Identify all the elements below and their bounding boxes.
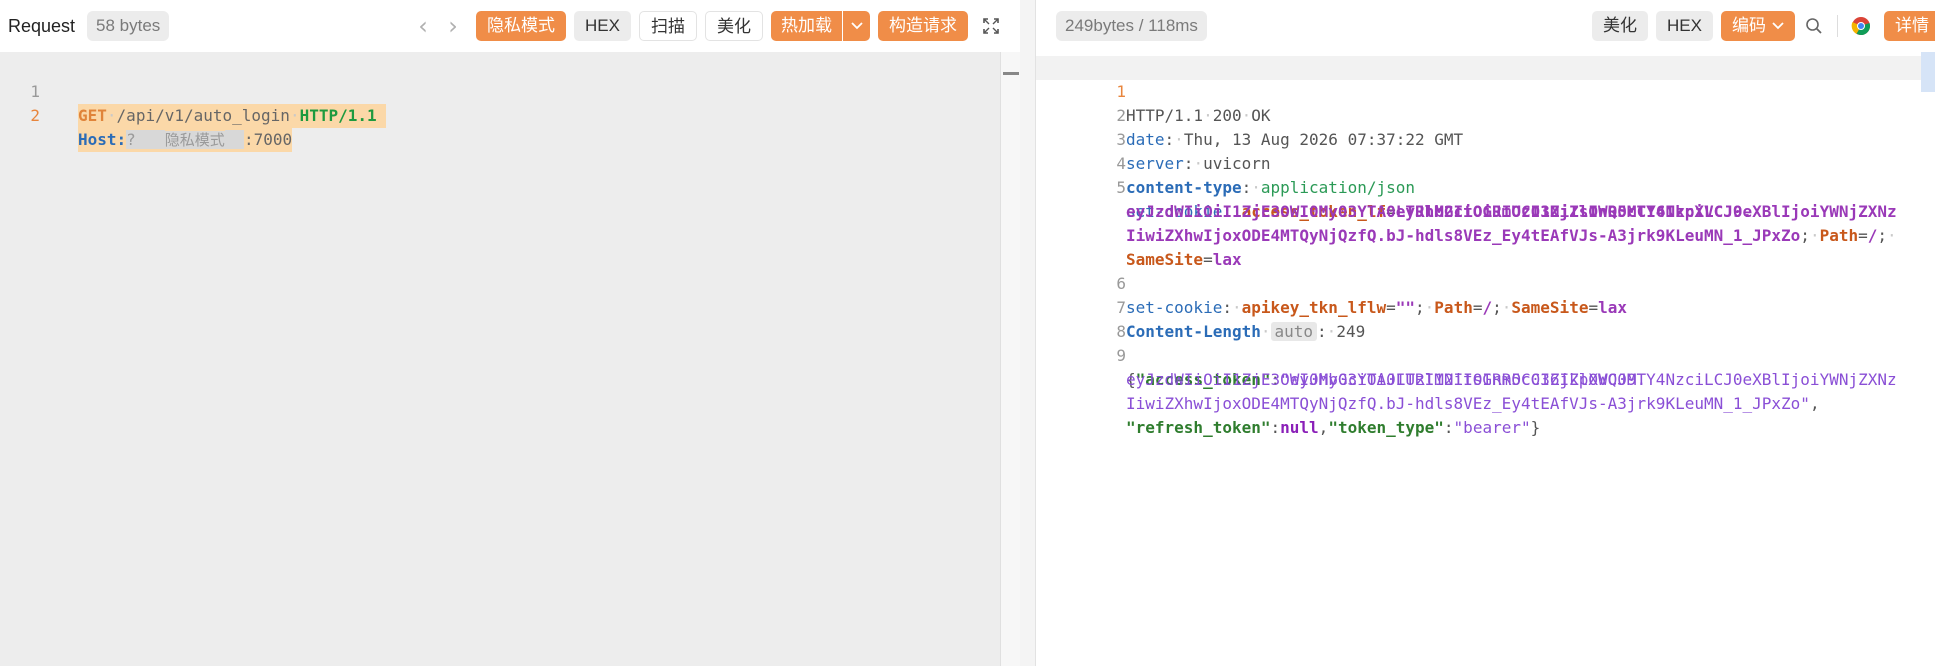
json-key: "token_type"	[1328, 418, 1444, 437]
response-editor[interactable]: 1 HTTP/1.1·200·OK 2 date:·Thu, 13 Aug 20…	[1036, 52, 1935, 666]
json-key: "refresh_token"	[1126, 418, 1271, 437]
request-size-badge: 58 bytes	[87, 11, 170, 41]
beautify-button[interactable]: 美化	[705, 11, 763, 41]
chevron-down-icon	[1772, 22, 1784, 30]
details-button[interactable]: 详情	[1884, 11, 1935, 41]
code-line: 4 content-type:·application/json	[1036, 128, 1935, 197]
chevron-left-icon[interactable]: ‹	[408, 12, 438, 40]
masked-host: 隐私模式	[164, 131, 225, 149]
beautify-button[interactable]: 美化	[1592, 11, 1649, 41]
code-line-wrap: IiwiZXhwIjoxODE4MTQyNjQzfQ.bJ-hdls8VEz_E…	[1126, 226, 1897, 245]
http-protocol: HTTP/1.1	[299, 106, 377, 125]
code-line: 8	[1036, 296, 1935, 341]
json-null: null	[1280, 418, 1319, 437]
http-method: GET	[78, 106, 107, 125]
host-port: :7000	[244, 130, 293, 149]
code-line: 2 Host:? 隐私模式 :7000	[0, 80, 1020, 152]
encoding-dropdown[interactable]: 编码	[1721, 11, 1795, 41]
chevron-down-icon	[850, 22, 863, 30]
privacy-mode-button[interactable]: 隐私模式	[476, 11, 567, 41]
code-line: 7 Content-Length· auto:·249	[1036, 272, 1935, 341]
code-line: 1 HTTP/1.1·200·OK	[1036, 56, 1935, 125]
pane-splitter[interactable]	[1020, 0, 1035, 666]
minimap[interactable]	[1921, 52, 1935, 92]
request-scrollbar[interactable]	[1000, 52, 1020, 666]
code-line: 5 set-cookie:·access_token_lf=eyJhbGciOi…	[1036, 152, 1935, 221]
code-line-wrap: SameSite=lax	[1126, 250, 1242, 269]
code-line-wrap: eyJzdWIiOiI1ZjE3OWI0My03YTA0LTRlM2ItOGRm…	[1036, 176, 1935, 221]
response-size-badge: 249bytes / 118ms	[1056, 11, 1207, 41]
chrome-icon[interactable]	[1846, 11, 1876, 41]
request-toolbar: Request 58 bytes ‹ › 隐私模式 HEX 扫描 美化 热加载 …	[0, 0, 1020, 52]
code-line: 9 {"access_token":"eyJhbGciOiJIUzI1NiIsI…	[1036, 320, 1935, 389]
scroll-thumb[interactable]	[1003, 72, 1019, 75]
scan-button[interactable]: 扫描	[639, 11, 697, 41]
construct-request-button[interactable]: 构造请求	[878, 11, 968, 41]
code-line: 2 date:·Thu, 13 Aug 2026 07:37:22 GMT	[1036, 80, 1935, 149]
request-title: Request	[8, 15, 76, 36]
chevron-right-icon[interactable]: ›	[438, 12, 468, 40]
request-pane: Request 58 bytes ‹ › 隐私模式 HEX 扫描 美化 热加载 …	[0, 0, 1020, 666]
response-toolbar: 249bytes / 118ms 美化 HEX 编码 详情	[1036, 0, 1935, 52]
masked-host-q: ?	[126, 130, 136, 149]
hotload-button[interactable]: 热加载	[771, 11, 842, 41]
hex-button[interactable]: HEX	[1656, 11, 1713, 41]
json-string: "bearer"	[1453, 418, 1531, 437]
code-line: 6 set-cookie:·apikey_tkn_lflw="";·Path=/…	[1036, 248, 1935, 317]
request-path: /api/v1/auto_login	[116, 106, 290, 125]
hex-button[interactable]: HEX	[574, 11, 631, 41]
encoding-label: 编码	[1732, 16, 1766, 35]
code-line: 1 GET·/api/v1/auto_login·HTTP/1.1	[0, 56, 1020, 128]
code-line-wrap: IiwiZXhwIjoxODE4MTQyNjQzfQ.bJ-hdls8VEz_E…	[1126, 394, 1820, 413]
request-editor[interactable]: 1 GET·/api/v1/auto_login·HTTP/1.1 2 Host…	[0, 52, 1020, 666]
hotload-split-button: 热加载	[771, 11, 870, 41]
line-number: 2	[30, 106, 40, 125]
response-pane: 249bytes / 118ms 美化 HEX 编码 详情 1 HTTP/1.1…	[1035, 0, 1935, 666]
search-icon[interactable]	[1799, 11, 1829, 41]
code-line-wrap: "refresh_token":null,"token_type":"beare…	[1126, 418, 1541, 437]
code-line: 3 server:·uvicorn	[1036, 104, 1935, 173]
header-name: Host:	[78, 130, 127, 149]
toolbar-divider	[1837, 15, 1838, 37]
code-line-wrap: eyJzdWIiOiI1ZjE3OWI0My03YTA0LTRlM2ItOGRm…	[1036, 344, 1935, 389]
hotload-dropdown[interactable]	[842, 11, 870, 41]
fullscreen-icon[interactable]	[976, 11, 1006, 41]
